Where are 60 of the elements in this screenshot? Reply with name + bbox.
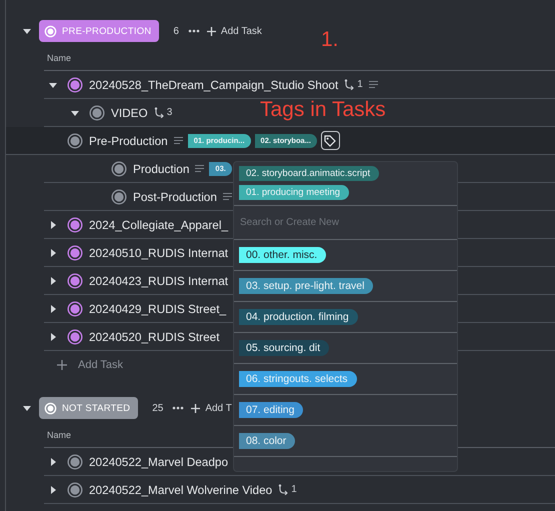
add-task-button[interactable]: Add T: [191, 402, 232, 414]
caret-icon[interactable]: [48, 220, 58, 230]
status-icon[interactable]: [67, 328, 83, 344]
subtask-count: 3: [166, 107, 172, 118]
plus-icon: [191, 404, 200, 412]
column-header: Name: [47, 53, 72, 63]
status-icon[interactable]: [67, 300, 83, 316]
caret-icon[interactable]: [48, 484, 58, 494]
tag-option[interactable]: 00. other. misc.: [239, 247, 326, 263]
status-icon[interactable]: [111, 188, 127, 204]
caret-icon[interactable]: [22, 403, 32, 413]
annotation-text: Tags in Tasks: [260, 98, 386, 122]
task-name[interactable]: Pre-Production: [89, 134, 168, 148]
status-icon[interactable]: [67, 244, 83, 260]
task-name[interactable]: 20240522_Marvel Deadpo: [89, 454, 228, 468]
status-icon[interactable]: [67, 132, 83, 148]
status-icon[interactable]: [111, 160, 127, 176]
status-icon[interactable]: [67, 272, 83, 288]
status-icon[interactable]: [67, 482, 83, 498]
subtask-icon: [154, 107, 165, 118]
search-field[interactable]: Search or Create New: [234, 206, 457, 240]
task-name[interactable]: 20240522_Marvel Wolverine Video: [89, 482, 272, 496]
more-icon[interactable]: [172, 406, 184, 410]
task-name[interactable]: VIDEO: [111, 106, 148, 120]
task-name[interactable]: 20240429_RUDIS Street_: [89, 302, 226, 316]
task-name[interactable]: 20240528_TheDream_Campaign_Studio Shoot: [89, 78, 338, 92]
task-count: 25: [152, 402, 164, 414]
tag-option[interactable]: 08. color: [239, 433, 296, 449]
task-name[interactable]: 20240423_RUDIS Internat: [89, 274, 228, 288]
caret-icon[interactable]: [48, 332, 58, 342]
status-icon[interactable]: [67, 76, 83, 92]
plus-icon: [57, 360, 67, 370]
tag-option[interactable]: 05. sourcing. dit: [239, 340, 330, 356]
column-header: Name: [47, 430, 72, 440]
caret-icon[interactable]: [48, 248, 58, 258]
status-icon[interactable]: [89, 104, 105, 120]
task-name[interactable]: Production: [133, 162, 190, 176]
task-name[interactable]: Post-Production: [133, 190, 217, 204]
subtask-icon: [344, 79, 356, 90]
caret-icon[interactable]: [48, 304, 58, 314]
subtask-count: 1: [357, 79, 363, 90]
status-icon[interactable]: [67, 216, 83, 232]
caret-icon[interactable]: [48, 456, 58, 466]
subtask-icon: [278, 484, 290, 495]
subtask-count: 1: [291, 484, 297, 495]
add-task-button[interactable]: Add Task: [206, 26, 262, 36]
caret-icon[interactable]: [22, 26, 32, 36]
add-task-button[interactable]: Add Task: [57, 351, 124, 378]
plus-icon: [206, 26, 216, 36]
caret-icon[interactable]: [48, 276, 58, 286]
task-name[interactable]: 20240510_RUDIS Internat: [89, 246, 228, 260]
task-count: 6: [173, 26, 179, 36]
task-name[interactable]: 2024_Collegiate_Apparel_: [89, 218, 228, 232]
status-icon[interactable]: [67, 454, 83, 470]
more-icon[interactable]: [188, 29, 200, 33]
tag-button[interactable]: [320, 131, 340, 150]
tag-option[interactable]: 04. production. filming: [239, 309, 358, 325]
task-name[interactable]: 20240520_RUDIS Street: [89, 330, 220, 344]
selected-tag[interactable]: 02. storyboard.animatic.script: [239, 166, 380, 181]
annotation-text: 1.: [321, 28, 339, 52]
